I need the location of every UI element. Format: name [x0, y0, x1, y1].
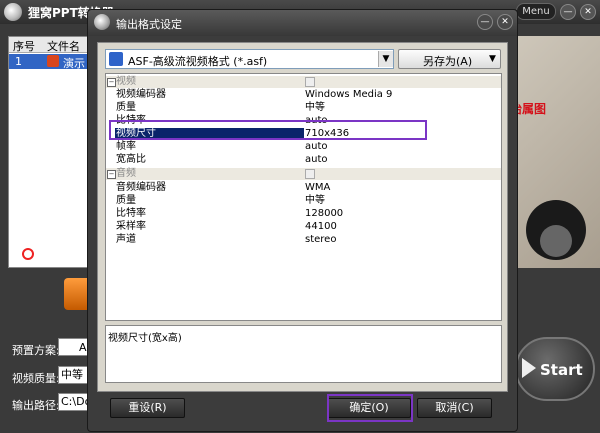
- dialog-titlebar: 输出格式设定 — ✕: [88, 10, 517, 36]
- dialog-close-button[interactable]: ✕: [497, 14, 513, 30]
- format-select-value: ASF-高级流视频格式 (*.asf): [128, 55, 268, 68]
- app-logo-icon: [4, 3, 22, 21]
- collapse-icon[interactable]: −: [107, 78, 116, 87]
- dialog-logo-icon: [94, 14, 110, 30]
- property-row[interactable]: 质量 中等: [106, 195, 501, 207]
- reset-button[interactable]: 重设(R): [110, 398, 185, 418]
- property-key: 采样率: [116, 221, 146, 232]
- property-row[interactable]: 音频编码器 WMA: [106, 182, 501, 194]
- description-text: 视频尺寸(宽x高): [108, 333, 182, 344]
- collapse-icon[interactable]: −: [107, 170, 116, 179]
- property-row[interactable]: 比特率 128000: [106, 208, 501, 220]
- property-value[interactable]: 44100: [305, 221, 337, 233]
- property-value[interactable]: stereo: [305, 234, 336, 246]
- format-select[interactable]: ASF-高级流视频格式 (*.asf) ▼: [105, 49, 394, 69]
- dialog-title: 输出格式设定: [116, 18, 182, 31]
- property-value[interactable]: 128000: [305, 208, 343, 220]
- property-row[interactable]: 帧率 auto: [106, 141, 501, 153]
- app-close-button[interactable]: ✕: [580, 4, 596, 20]
- property-row[interactable]: 采样率 44100: [106, 221, 501, 233]
- col-index-header[interactable]: 序号: [13, 38, 35, 54]
- selected-row-highlight: [109, 120, 427, 140]
- property-value[interactable]: 中等: [305, 195, 325, 207]
- dialog-minimize-button[interactable]: —: [477, 14, 493, 30]
- category-checkbox[interactable]: [305, 169, 315, 179]
- asf-format-icon: [109, 52, 123, 66]
- property-row[interactable]: 质量 中等: [106, 102, 501, 114]
- row-index: 1: [15, 55, 22, 68]
- start-label: Start: [540, 361, 583, 379]
- app-minimize-button[interactable]: —: [560, 4, 576, 20]
- save-as-button[interactable]: 另存为(A) ▼: [398, 49, 501, 69]
- category-label: 视频: [116, 76, 136, 87]
- property-key: 声道: [116, 234, 136, 245]
- row-name: 演示: [63, 57, 85, 70]
- path-label: 输出路径:: [12, 399, 60, 412]
- save-as-arrow-icon[interactable]: ▼: [489, 51, 496, 67]
- property-row[interactable]: 宽高比 auto: [106, 154, 501, 166]
- film-reel-center: [540, 225, 572, 257]
- preset-label: 预置方案:: [12, 344, 60, 357]
- file-list[interactable]: 序号 文件名 1 演示: [8, 36, 96, 268]
- property-key: 宽高比: [116, 154, 146, 165]
- property-value[interactable]: Windows Media 9: [305, 89, 392, 101]
- remove-icon[interactable]: [22, 248, 34, 260]
- dialog-body: ASF-高级流视频格式 (*.asf) ▼ 另存为(A) ▼ − 视频 视频编码…: [97, 42, 508, 392]
- property-category[interactable]: − 音频: [106, 168, 501, 180]
- col-name-header[interactable]: 文件名: [47, 38, 80, 54]
- category-label: 音频: [116, 168, 136, 179]
- property-key: 比特率: [116, 208, 146, 219]
- cancel-button[interactable]: 取消(C): [417, 398, 492, 418]
- category-checkbox[interactable]: [305, 77, 315, 87]
- save-as-label: 另存为(A): [423, 55, 473, 68]
- table-row[interactable]: 1 演示: [9, 54, 95, 70]
- property-key: 视频编码器: [116, 89, 166, 100]
- quality-label: 视频质量:: [12, 372, 60, 385]
- play-icon: [522, 358, 536, 378]
- property-value[interactable]: auto: [305, 154, 328, 166]
- output-format-dialog: 输出格式设定 — ✕ ASF-高级流视频格式 (*.asf) ▼ 另存为(A) …: [87, 9, 518, 432]
- file-list-header: 序号 文件名: [9, 37, 95, 53]
- menu-button[interactable]: Menu: [516, 3, 556, 20]
- property-key: 质量: [116, 102, 136, 113]
- property-value[interactable]: WMA: [305, 182, 330, 194]
- property-key: 质量: [116, 195, 136, 206]
- property-key: 帧率: [116, 141, 136, 152]
- property-grid[interactable]: − 视频 视频编码器 Windows Media 9 质量 中等 比特率 aut…: [105, 73, 502, 321]
- property-category[interactable]: − 视频: [106, 76, 501, 88]
- dropdown-arrow-icon[interactable]: ▼: [378, 51, 393, 67]
- property-row[interactable]: 声道 stereo: [106, 234, 501, 246]
- description-panel: 视频尺寸(宽x高): [105, 325, 502, 383]
- remove-button[interactable]: 移除(R): [46, 248, 84, 264]
- property-value[interactable]: 中等: [305, 102, 325, 114]
- ok-button-highlight: [327, 394, 413, 422]
- preset-value: A: [79, 341, 87, 354]
- property-row[interactable]: 视频编码器 Windows Media 9: [106, 89, 501, 101]
- property-key: 音频编码器: [116, 182, 166, 193]
- property-value[interactable]: auto: [305, 141, 328, 153]
- ppt-file-icon: [47, 55, 59, 67]
